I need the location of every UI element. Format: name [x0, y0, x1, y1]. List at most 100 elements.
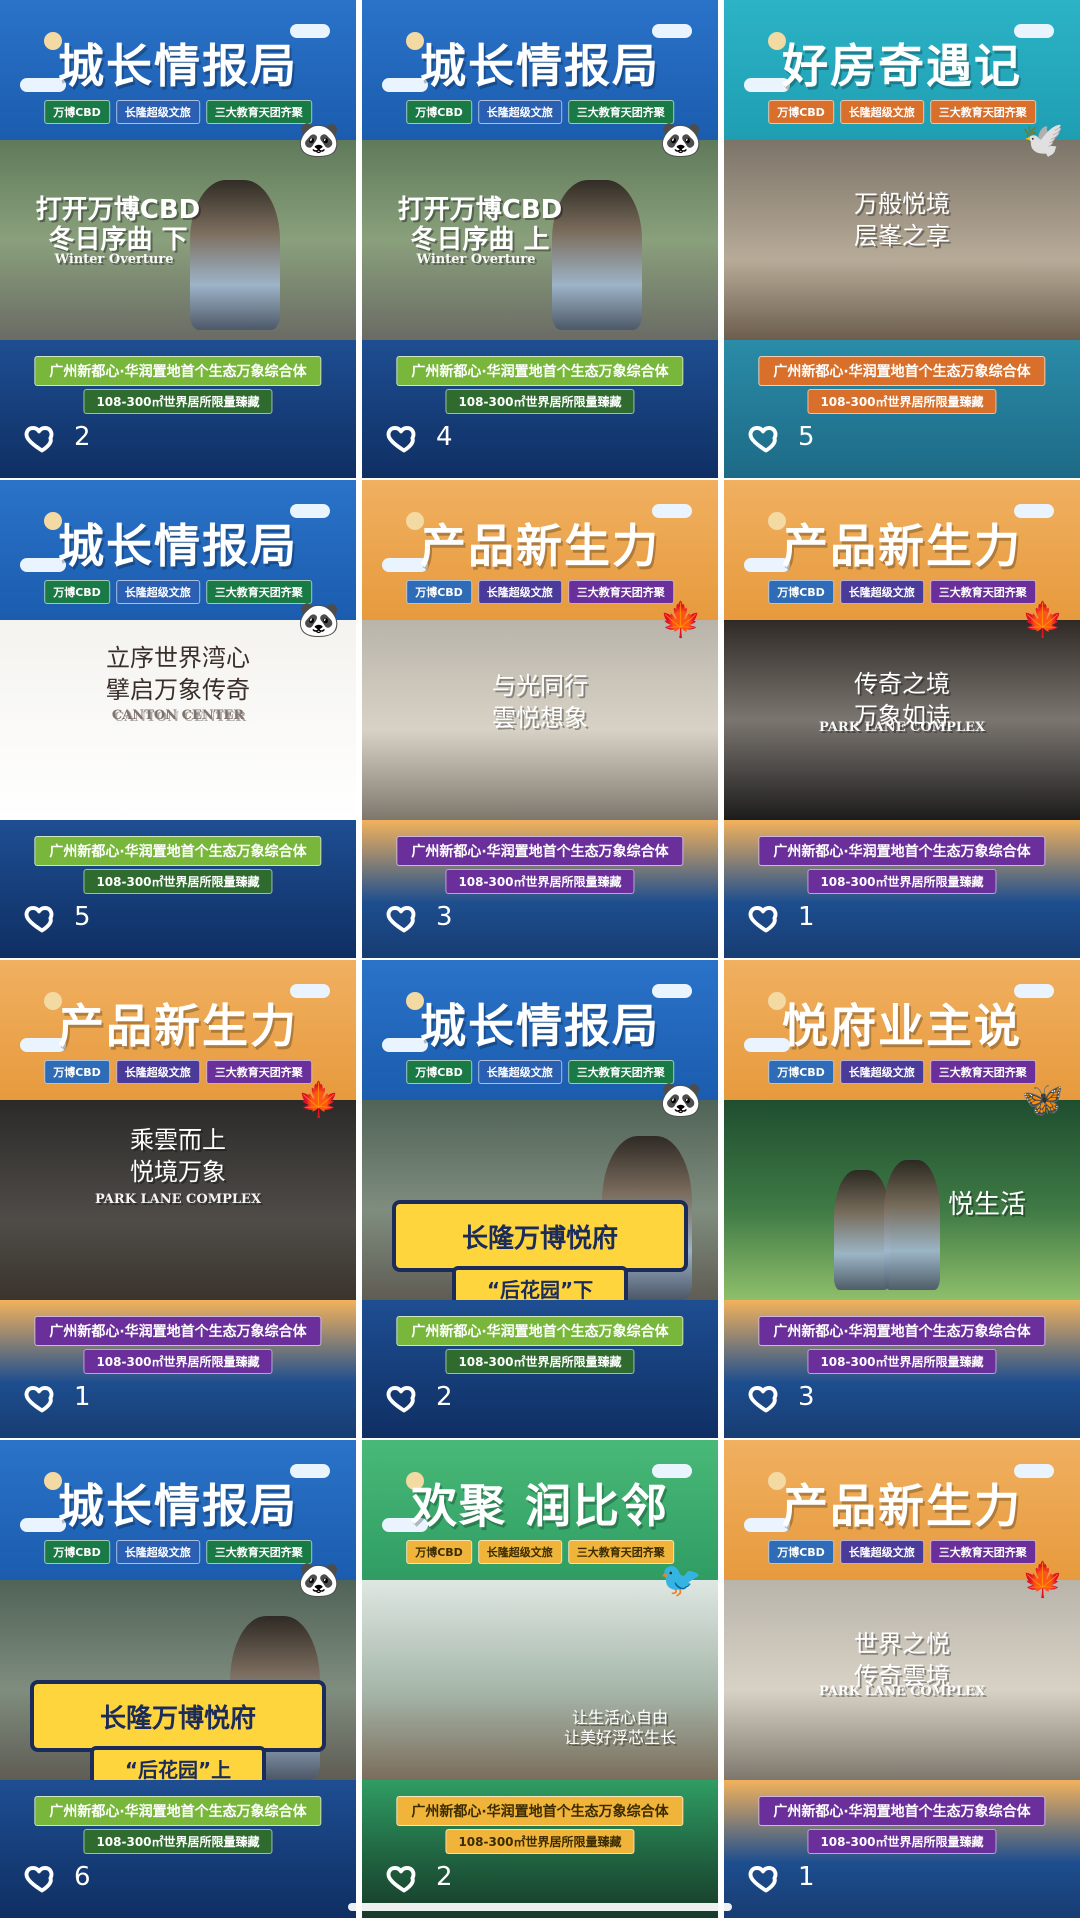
- post-subtitle: 108-300㎡世界居所限量臻藏: [83, 869, 273, 894]
- heart-icon[interactable]: [24, 1859, 60, 1895]
- post-subtitle: 广州新都心·华润置地首个生态万象综合体: [34, 356, 322, 386]
- overlay-title: 打开万博CBD 冬日序曲 下: [35, 195, 201, 255]
- post-tags: 万博CBD 长隆超级文旅 三大教育天团齐聚: [44, 1060, 312, 1084]
- post-tags: 万博CBD 长隆超级文旅 三大教育天团齐聚: [768, 1540, 1036, 1564]
- heart-icon[interactable]: [24, 419, 60, 455]
- like-control[interactable]: 1: [748, 898, 815, 936]
- heart-icon[interactable]: [386, 1859, 422, 1895]
- post-subtitle: 广州新都心·华润置地首个生态万象综合体: [396, 356, 684, 386]
- post-subtitle: 108-300㎡世界居所限量臻藏: [807, 389, 997, 414]
- post-card-8[interactable]: 城长情报局 万博CBD 长隆超级文旅 三大教育天团齐聚 长隆万博悦府 “后花园”…: [362, 960, 718, 1438]
- post-header: 产品新生力 万博CBD 长隆超级文旅 三大教育天团齐聚: [362, 480, 718, 620]
- home-indicator[interactable]: [348, 1903, 732, 1911]
- overlay-title: 让生活心自由 让美好浮芯生长: [563, 1708, 676, 1747]
- heart-icon[interactable]: [24, 899, 60, 935]
- heart-icon[interactable]: [386, 1379, 422, 1415]
- post-tag: 万博CBD: [44, 100, 110, 124]
- post-title: 产品新生力: [420, 519, 660, 573]
- post-grid: 城长情报局 万博CBD 长隆超级文旅 三大教育天团齐聚 打开万博CBD 冬日序曲…: [0, 0, 1080, 1918]
- like-control[interactable]: 3: [386, 898, 453, 936]
- post-tag: 长隆超级文旅: [477, 100, 562, 124]
- post-subtitle: 108-300㎡世界居所限量臻藏: [445, 1349, 635, 1374]
- post-tags: 万博CBD 长隆超级文旅 三大教育天团齐聚: [406, 1540, 674, 1564]
- like-control[interactable]: 1: [748, 1858, 815, 1896]
- post-tag: 长隆超级文旅: [839, 100, 924, 124]
- like-control[interactable]: 2: [386, 1378, 453, 1416]
- post-title: 城长情报局: [58, 519, 298, 573]
- like-count: 2: [74, 422, 91, 452]
- like-control[interactable]: 5: [24, 898, 91, 936]
- heart-icon[interactable]: [386, 419, 422, 455]
- like-control[interactable]: 2: [24, 418, 91, 456]
- post-subtitle: 广州新都心·华润置地首个生态万象综合体: [396, 1796, 684, 1826]
- like-count: 3: [798, 1382, 815, 1412]
- maple-leaf-icon: 🍁: [1021, 600, 1064, 640]
- post-tag: 三大教育天团齐聚: [205, 100, 312, 124]
- post-subtitle: 108-300㎡世界居所限量臻藏: [83, 1349, 273, 1374]
- heart-icon[interactable]: [748, 1859, 784, 1895]
- post-tags: 万博CBD 长隆超级文旅 三大教育天团齐聚: [406, 1060, 674, 1084]
- post-tags: 万博CBD 长隆超级文旅 三大教育天团齐聚: [768, 1060, 1036, 1084]
- like-control[interactable]: 1: [24, 1378, 91, 1416]
- post-tag: 长隆超级文旅: [839, 580, 924, 604]
- like-count: 2: [436, 1382, 453, 1412]
- like-control[interactable]: 3: [748, 1378, 815, 1416]
- post-subtitle: 广州新都心·华润置地首个生态万象综合体: [758, 356, 1046, 386]
- post-card-9[interactable]: 悦府业主说 万博CBD 长隆超级文旅 三大教育天团齐聚 悦生活 🦋 广州新都心·…: [724, 960, 1080, 1438]
- post-card-7[interactable]: 产品新生力 万博CBD 长隆超级文旅 三大教育天团齐聚 乘雲而上 悦境万象 PA…: [0, 960, 356, 1438]
- post-header: 产品新生力 万博CBD 长隆超级文旅 三大教育天团齐聚: [0, 960, 356, 1100]
- post-title: 欢聚 润比邻: [410, 1479, 669, 1533]
- heart-icon[interactable]: [748, 419, 784, 455]
- post-tag: 三大教育天团齐聚: [929, 1060, 1036, 1084]
- post-card-6[interactable]: 产品新生力 万博CBD 长隆超级文旅 三大教育天团齐聚 传奇之境 万象如诗 PA…: [724, 480, 1080, 958]
- post-tag: 长隆超级文旅: [477, 580, 562, 604]
- bird-icon: 🕊️: [1021, 120, 1064, 160]
- overlay-subtitle: Winter Overture: [416, 252, 536, 267]
- like-control[interactable]: 4: [386, 418, 453, 456]
- post-card-5[interactable]: 产品新生力 万博CBD 长隆超级文旅 三大教育天团齐聚 与光同行 雲悦想象 🍁 …: [362, 480, 718, 958]
- maple-leaf-icon: 🍁: [659, 600, 702, 640]
- like-count: 2: [436, 1862, 453, 1892]
- post-tag: 长隆超级文旅: [115, 100, 200, 124]
- like-control[interactable]: 2: [386, 1858, 453, 1896]
- post-tag: 三大教育天团齐聚: [929, 580, 1036, 604]
- post-tag: 长隆超级文旅: [115, 580, 200, 604]
- post-card-11[interactable]: 欢聚 润比邻 万博CBD 长隆超级文旅 三大教育天团齐聚 让生活心自由 让美好浮…: [362, 1440, 718, 1918]
- overlay-title: 与光同行 雲悦想象: [492, 672, 588, 732]
- post-tag: 三大教育天团齐聚: [929, 100, 1036, 124]
- post-card-2[interactable]: 城长情报局 万博CBD 长隆超级文旅 三大教育天团齐聚 打开万博CBD 冬日序曲…: [362, 0, 718, 478]
- post-card-1[interactable]: 城长情报局 万博CBD 长隆超级文旅 三大教育天团齐聚 打开万博CBD 冬日序曲…: [0, 0, 356, 478]
- post-card-3[interactable]: 好房奇遇记 万博CBD 长隆超级文旅 三大教育天团齐聚 万般悦境 层峯之享 🕊️…: [724, 0, 1080, 478]
- panda-icon: 🐼: [297, 120, 340, 160]
- post-tag: 三大教育天团齐聚: [567, 580, 674, 604]
- post-card-12[interactable]: 产品新生力 万博CBD 长隆超级文旅 三大教育天团齐聚 世界之悦 传奇雲境 PA…: [724, 1440, 1080, 1918]
- heart-icon[interactable]: [748, 899, 784, 935]
- post-subtitle: 108-300㎡世界居所限量臻藏: [445, 389, 635, 414]
- post-tag: 万博CBD: [44, 1540, 110, 1564]
- heart-icon[interactable]: [748, 1379, 784, 1415]
- post-title: 产品新生力: [782, 519, 1022, 573]
- like-control[interactable]: 6: [24, 1858, 91, 1896]
- post-subtitle: 108-300㎡世界居所限量臻藏: [83, 389, 273, 414]
- post-card-4[interactable]: 城长情报局 万博CBD 长隆超级文旅 三大教育天团齐聚 立序世界湾心 擘启万象传…: [0, 480, 356, 958]
- post-tag: 万博CBD: [768, 1540, 834, 1564]
- heart-icon[interactable]: [24, 1379, 60, 1415]
- overlay-subtitle: Winter Overture: [54, 252, 174, 267]
- post-card-10[interactable]: 城长情报局 万博CBD 长隆超级文旅 三大教育天团齐聚 长隆万博悦府 “后花园”…: [0, 1440, 356, 1918]
- post-title: 城长情报局: [420, 39, 660, 93]
- post-header: 欢聚 润比邻 万博CBD 长隆超级文旅 三大教育天团齐聚: [362, 1440, 718, 1580]
- like-control[interactable]: 5: [748, 418, 815, 456]
- post-title: 悦府业主说: [782, 999, 1022, 1053]
- like-count: 1: [798, 902, 815, 932]
- maple-leaf-icon: 🍁: [297, 1080, 340, 1120]
- overlay-subtitle: PARK LANE COMPLEX: [94, 1192, 262, 1207]
- post-tag: 万博CBD: [44, 580, 110, 604]
- post-tag: 万博CBD: [44, 1060, 110, 1084]
- post-tag: 万博CBD: [406, 1060, 472, 1084]
- post-header: 城长情报局 万博CBD 长隆超级文旅 三大教育天团齐聚: [0, 1440, 356, 1580]
- post-tag: 万博CBD: [406, 1540, 472, 1564]
- post-subtitle: 广州新都心·华润置地首个生态万象综合体: [758, 1316, 1046, 1346]
- heart-icon[interactable]: [386, 899, 422, 935]
- title-banner: 长隆万博悦府: [392, 1200, 688, 1272]
- like-count: 6: [74, 1862, 91, 1892]
